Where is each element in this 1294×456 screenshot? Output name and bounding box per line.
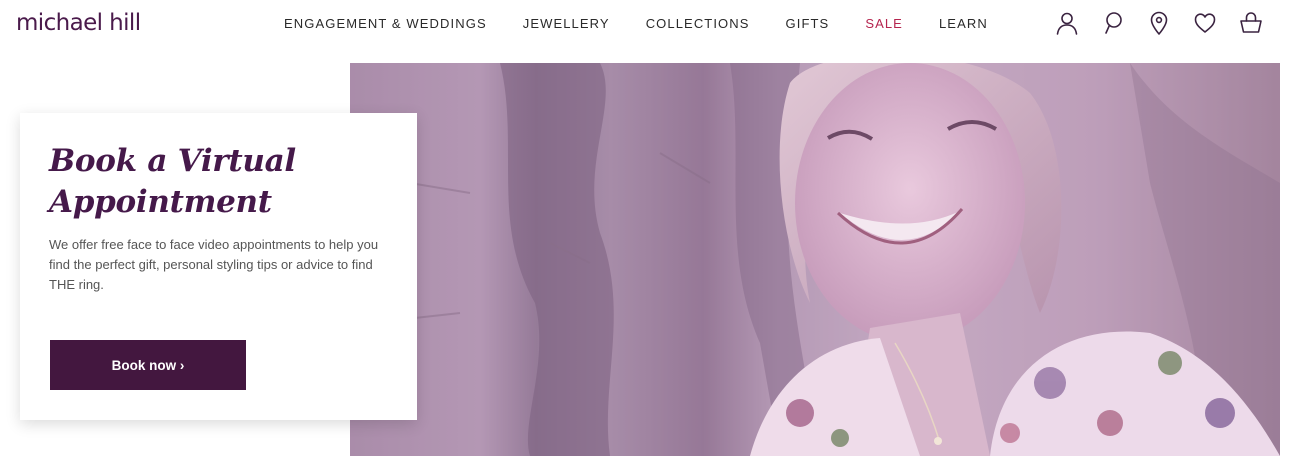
hero-image xyxy=(350,63,1280,456)
store-locator-icon[interactable] xyxy=(1144,8,1174,38)
nav-item-gifts[interactable]: GIFTS xyxy=(786,16,830,31)
nav-item-sale[interactable]: SALE xyxy=(865,16,903,31)
nav-item-jewellery[interactable]: JEWELLERY xyxy=(523,16,610,31)
nav-item-engagement-weddings[interactable]: ENGAGEMENT & WEDDINGS xyxy=(284,16,487,31)
virtual-appointment-card: Book a Virtual Appointment We offer free… xyxy=(20,113,417,420)
chat-icon[interactable] xyxy=(1098,8,1128,38)
wishlist-icon[interactable] xyxy=(1190,8,1220,38)
account-icon[interactable] xyxy=(1052,8,1082,38)
main-navigation: ENGAGEMENT & WEDDINGS JEWELLERY COLLECTI… xyxy=(284,0,1024,46)
nav-item-collections[interactable]: COLLECTIONS xyxy=(646,16,750,31)
card-title: Book a Virtual Appointment xyxy=(49,143,296,220)
cart-icon[interactable] xyxy=(1236,8,1266,38)
nav-item-learn[interactable]: LEARN xyxy=(939,16,988,31)
header-icons xyxy=(1036,8,1266,38)
card-description: We offer free face to face video appoint… xyxy=(49,237,379,292)
hero-photo-illustration xyxy=(350,63,1280,456)
brand-logo[interactable]: michael hill xyxy=(16,6,141,40)
site-header: michael hill ENGAGEMENT & WEDDINGS JEWEL… xyxy=(0,0,1294,48)
book-now-button[interactable]: Book now › xyxy=(50,340,246,390)
